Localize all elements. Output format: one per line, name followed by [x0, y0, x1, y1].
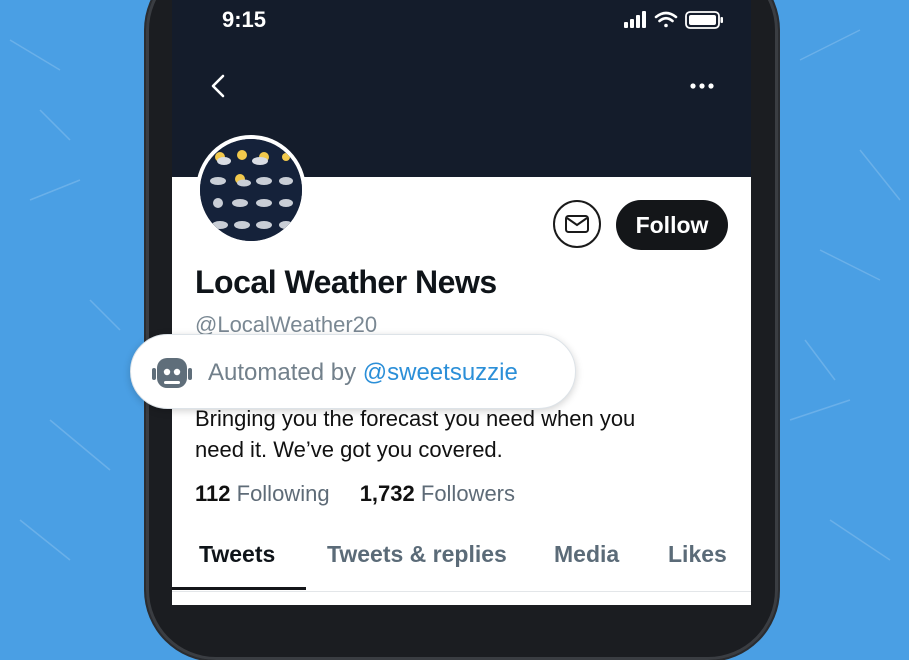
active-tab-indicator: [172, 587, 306, 590]
following-count: 112: [195, 481, 231, 506]
wifi-icon: [654, 11, 678, 28]
automation-account-link[interactable]: @sweetsuzzie: [363, 359, 518, 386]
followers-count: 1,732: [359, 481, 415, 506]
profile-tabs: Tweets Tweets & replies Media Likes: [172, 537, 751, 592]
status-icons: [624, 9, 734, 36]
more-icon: [690, 83, 714, 89]
followers-stat[interactable]: 1,732 Followers: [360, 481, 515, 507]
status-time: 9:15: [222, 7, 267, 32]
following-label: Following: [236, 481, 330, 506]
back-button[interactable]: [207, 71, 231, 101]
automation-prefix: Automated by: [208, 359, 357, 386]
message-button[interactable]: [553, 200, 601, 248]
mail-icon: [565, 215, 589, 233]
following-stat[interactable]: 112 Following: [195, 481, 330, 507]
signal-icon: [624, 11, 646, 28]
followers-label: Followers: [420, 481, 516, 506]
back-arrow-icon: [211, 74, 225, 98]
tab-likes[interactable]: Likes: [668, 541, 727, 568]
tab-tweets[interactable]: Tweets: [199, 541, 275, 568]
tab-media[interactable]: Media: [554, 541, 619, 568]
profile-bio: Bringing you the forecast you need when …: [195, 403, 735, 465]
weather-icons-avatar-image: [200, 139, 302, 241]
bio-line: need it. We’ve got you covered.: [195, 437, 503, 462]
battery-icon: [685, 11, 723, 29]
profile-screen: 9:15 Follow Local Weather News @LocalWea…: [172, 0, 751, 605]
profile-stats: 112 Following 1,732 Followers: [195, 481, 515, 507]
avatar[interactable]: [196, 135, 306, 245]
profile-display-name: Local Weather News: [195, 264, 497, 300]
robot-icon: [152, 358, 192, 388]
automated-account-label: Automated by @sweetsuzzie: [130, 334, 576, 409]
follow-button[interactable]: Follow: [616, 200, 728, 250]
more-options-button[interactable]: [687, 76, 717, 96]
tab-tweets-and-replies[interactable]: Tweets & replies: [327, 541, 507, 568]
automation-text: Automated by @sweetsuzzie: [208, 359, 518, 387]
